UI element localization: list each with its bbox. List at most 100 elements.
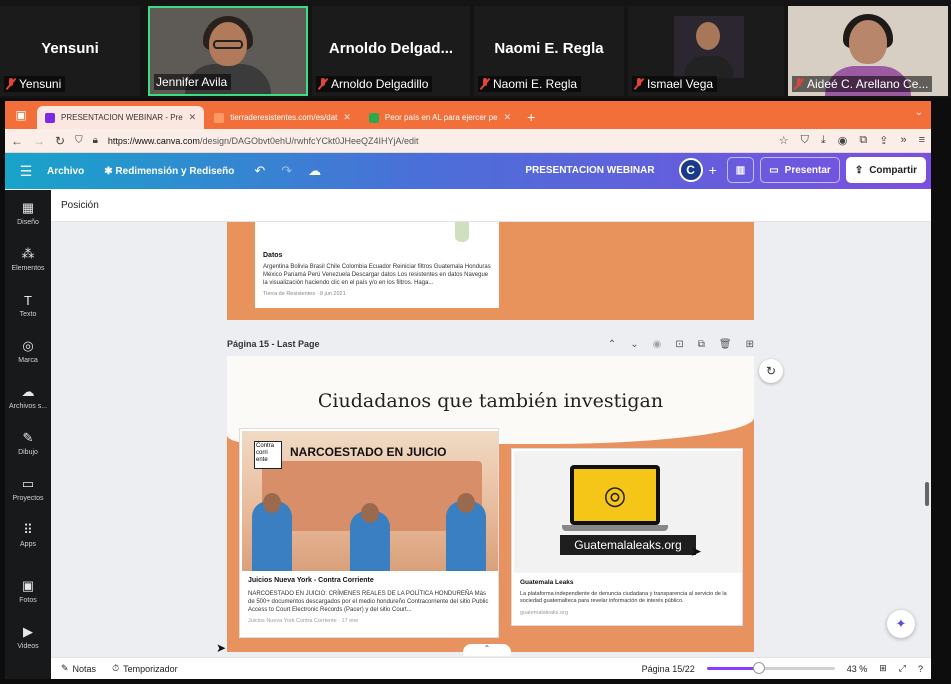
back-arrow-icon[interactable]: ← <box>11 134 23 148</box>
participant-tile[interactable]: Aideé C. Arellano Ce... <box>788 6 948 96</box>
present-button[interactable]: ▭ Presentar <box>760 157 840 183</box>
sidebar-item-brand[interactable]: ◎ Marca <box>5 328 51 374</box>
page-14-slide[interactable]: Datos Argentina Bolivia Brasil Chile Col… <box>227 222 754 320</box>
pointer-arrow-icon: ➤ <box>690 543 702 559</box>
fullscreen-icon[interactable]: ⤢ <box>899 663 906 674</box>
participant-name: Aideé C. Arellano Ce... <box>807 77 929 91</box>
zoom-percentage[interactable]: 43 % <box>847 664 868 674</box>
add-page-icon[interactable]: ⊞ <box>746 339 754 350</box>
site-favicon-icon <box>368 112 379 123</box>
reload-icon[interactable]: ↻ <box>55 134 65 148</box>
bottom-right-controls: Página 15/22 43 % ⊞ ⤢ ? <box>642 662 931 674</box>
participant-tile[interactable]: Naomi E. Regla Naomi E. Regla <box>474 6 624 96</box>
page-15-slide[interactable]: Ciudadanos que también investigan Contra… <box>227 356 754 652</box>
download-icon[interactable]: ⤓ <box>821 134 826 147</box>
participant-video <box>674 16 744 78</box>
chevron-down-icon[interactable]: ⌄ <box>630 339 638 350</box>
browser-tab[interactable]: Peor país en AL para ejercer pe ✕ <box>361 106 519 129</box>
position-button[interactable]: Posición <box>61 200 99 211</box>
new-tab-icon[interactable]: + <box>527 109 535 125</box>
participant-name-tag: Yensuni <box>4 76 66 92</box>
chevron-up-icon[interactable]: ⌃ <box>608 339 616 350</box>
participant-tile[interactable]: Arnoldo Delgad... Arnoldo Delgadillo <box>312 6 470 96</box>
grid-view-icon[interactable]: ⊞ <box>879 663 887 674</box>
url-field[interactable]: https://www.canva.com/design/DAGObvt0ehU… <box>108 136 769 146</box>
sidebar-item-elements[interactable]: ⁂ Elementos <box>5 236 51 282</box>
overflow-chevrons-icon[interactable]: » <box>900 134 906 147</box>
sidebar-item-projects[interactable]: ▭ Proyectos <box>5 466 51 512</box>
card-body: Juicios Nueva York - Contra Corriente NA… <box>248 577 490 624</box>
extensions-icon[interactable]: ⧉ <box>859 134 867 147</box>
collapse-chevron-icon[interactable]: ⌃ <box>463 644 511 656</box>
browser-tab[interactable]: tierraderesistentes.com/es/dat ✕ <box>206 106 359 129</box>
contracorriente-logo: Contra corri ente <box>254 441 282 469</box>
pocket-icon[interactable]: ⛉ <box>801 134 809 147</box>
share-icon[interactable]: ⇪ <box>879 134 888 147</box>
lock-icon[interactable]: 🔒︎ <box>93 135 98 146</box>
participant-name: Jennifer Avila <box>156 75 228 89</box>
redo-icon[interactable]: ↷ <box>281 163 292 179</box>
duplicate-icon[interactable]: ⧉ <box>698 339 705 350</box>
delete-icon[interactable]: 🗑︎ <box>719 339 732 350</box>
link-preview-card-contracorriente[interactable]: Contra corri ente NARCOESTADO EN JUICIO … <box>239 428 499 638</box>
timer-button[interactable]: ⏱ Temporizador <box>112 663 178 674</box>
bookmark-star-icon[interactable]: ☆ <box>779 134 789 147</box>
card-title: Guatemala Leaks <box>520 579 574 586</box>
sidebar-item-text[interactable]: T Texto <box>5 282 51 328</box>
forward-arrow-icon[interactable]: → <box>33 134 45 148</box>
menu-resize[interactable]: ✱ Redimensión y Rediseño <box>104 166 234 177</box>
hamburger-menu-icon[interactable]: ☰ <box>5 163 47 180</box>
insights-button[interactable]: ▥ <box>726 157 755 183</box>
close-tab-icon[interactable]: ✕ <box>343 112 351 123</box>
sidebar-item-videos[interactable]: ▶ Videos <box>5 614 51 660</box>
participant-name-tag: Arnoldo Delgadillo <box>316 76 433 92</box>
participant-tile[interactable]: Yensuni Yensuni <box>0 6 140 96</box>
refresh-icon[interactable]: ↻ <box>759 359 783 383</box>
apps-grid-icon: ⠿ <box>23 522 33 537</box>
video-icon: ▶ <box>23 624 33 639</box>
close-tab-icon[interactable]: ✕ <box>504 112 512 123</box>
card-source: Juicios Nueva York Contra Corriente · 17… <box>248 618 359 624</box>
sidebar-item-apps[interactable]: ⠿ Apps <box>5 512 51 558</box>
add-collaborator-icon[interactable]: + <box>709 162 717 178</box>
user-avatar[interactable]: C <box>678 158 703 182</box>
link-preview-card[interactable]: Datos Argentina Bolivia Brasil Chile Col… <box>255 222 499 308</box>
cloud-saved-icon[interactable]: ☁ <box>308 163 321 179</box>
zoom-slider[interactable] <box>706 662 835 674</box>
magic-assistant-icon[interactable]: ✦ <box>887 610 915 638</box>
menu-resize-label: Redimensión y Rediseño <box>115 165 235 177</box>
shapes-icon: ⁂ <box>21 246 35 261</box>
page-label[interactable]: Página 15 - Last Page <box>227 339 320 349</box>
vertical-scrollbar[interactable] <box>925 482 929 506</box>
undo-icon[interactable]: ↶ <box>254 163 265 179</box>
tab-label: tierraderesistentes.com/es/dat <box>230 113 338 122</box>
page-indicator[interactable]: Página 15/22 <box>642 664 695 674</box>
sidebar-item-uploads[interactable]: ☁ Archivos s... <box>5 374 51 420</box>
slide-title[interactable]: Ciudadanos que también investigan <box>227 390 754 412</box>
hide-eye-icon[interactable]: ◉ <box>653 339 662 350</box>
lock-icon[interactable]: ⊡ <box>675 339 683 350</box>
shield-icon[interactable]: ⛉ <box>75 135 83 146</box>
notes-button[interactable]: ✎ Notas <box>61 663 96 674</box>
menu-icon[interactable]: ≡ <box>919 134 925 147</box>
sidebar-item-draw[interactable]: ✎ Dibujo <box>5 420 51 466</box>
link-preview-card-guatemalaleaks[interactable]: ◎ Guatemalaleaks.org ➤ Guatemala Leaks L… <box>511 448 743 626</box>
zoom-slider-thumb[interactable] <box>752 662 765 674</box>
timer-icon: ⏱ <box>112 663 120 673</box>
menu-archivo[interactable]: Archivo <box>47 166 84 177</box>
editor-canvas[interactable]: Datos Argentina Bolivia Brasil Chile Col… <box>51 222 931 657</box>
participant-tile-active-speaker[interactable]: Jennifer Avila <box>148 6 308 96</box>
mic-off-icon <box>318 78 328 90</box>
share-button[interactable]: ⇪ Compartir <box>845 157 926 183</box>
chevron-down-icon[interactable]: ⌄ <box>915 107 923 118</box>
tab-list-icon[interactable]: ▣ <box>11 104 31 126</box>
participant-tile[interactable]: Ismael Vega <box>628 6 784 96</box>
close-tab-icon[interactable]: ✕ <box>189 112 197 123</box>
sidebar-item-design[interactable]: ▦ Diseño <box>5 190 51 236</box>
browser-tab-active[interactable]: PRESENTACION WEBINAR - Pre ✕ <box>37 106 205 129</box>
sidebar-item-photos[interactable]: ▣ Fotos <box>5 568 51 614</box>
laptop-base <box>562 525 668 531</box>
help-icon[interactable]: ? <box>918 664 923 674</box>
account-icon[interactable]: ◉ <box>838 134 848 147</box>
document-title[interactable]: PRESENTACION WEBINAR <box>525 165 654 176</box>
